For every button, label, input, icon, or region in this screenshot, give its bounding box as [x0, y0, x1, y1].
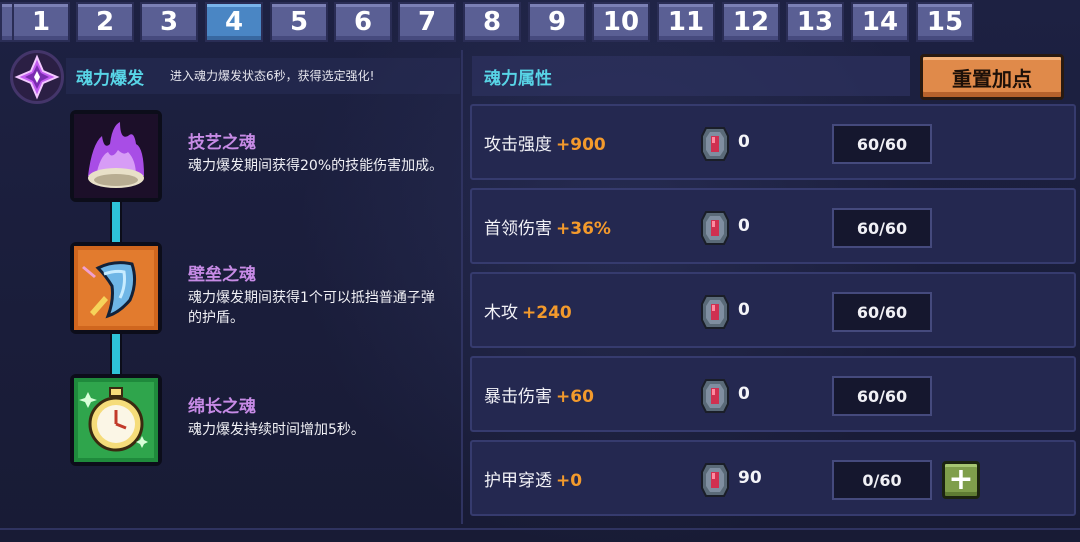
attribute-bonus: +240: [522, 303, 572, 323]
attribute-row-crit-damage: 暴击伤害 +60 0 60/60: [470, 356, 1076, 432]
tab-6[interactable]: 6: [334, 2, 392, 42]
soul-gem-icon: [701, 211, 729, 245]
tab-7[interactable]: 7: [398, 2, 456, 42]
tab-9[interactable]: 9: [528, 2, 586, 42]
gem-count: 0: [738, 300, 750, 320]
soul-burst-header: 魂力爆发 进入魂力爆发状态6秒，获得选定强化!: [10, 50, 460, 104]
panel-divider: [461, 50, 463, 524]
attribute-progress: 60/60: [832, 376, 932, 416]
attribute-progress: 60/60: [832, 208, 932, 248]
attribute-row-armor-penetration: 护甲穿透 +0 90 0/60 +: [470, 440, 1076, 516]
attribute-bonus: +36%: [556, 219, 611, 239]
gem-count: 0: [738, 216, 750, 236]
bottom-divider: [0, 528, 1080, 530]
tab-14[interactable]: 14: [851, 2, 909, 42]
tab-12[interactable]: 12: [722, 2, 780, 42]
attribute-row-boss-damage: 首领伤害 +36% 0 60/60: [470, 188, 1076, 264]
add-point-button[interactable]: +: [942, 461, 980, 499]
tab-2[interactable]: 2: [76, 2, 134, 42]
attribute-progress: 0/60: [832, 460, 932, 500]
skill-1-name: 技艺之魂: [188, 133, 256, 153]
attribute-row-wood-attack: 木攻 +240 0 60/60: [470, 272, 1076, 348]
tab-10[interactable]: 10: [592, 2, 650, 42]
tab-1[interactable]: 1: [12, 2, 70, 42]
skill-connector-2: [110, 334, 122, 374]
attribute-label: 首领伤害 +36%: [484, 219, 611, 239]
tab-13[interactable]: 13: [786, 2, 844, 42]
skill-connector-1: [110, 202, 122, 242]
soul-crystal-icon: [10, 50, 64, 104]
tab-8[interactable]: 8: [463, 2, 521, 42]
attribute-label: 攻击强度 +900: [484, 135, 606, 155]
attribute-label: 护甲穿透 +0: [484, 471, 583, 491]
attribute-progress: 60/60: [832, 124, 932, 164]
soul-burst-description: 进入魂力爆发状态6秒，获得选定强化!: [170, 69, 375, 83]
attribute-bonus: +900: [556, 135, 606, 155]
gem-count: 0: [738, 132, 750, 152]
soul-gem-icon: [701, 463, 729, 497]
attributes-title: 魂力属性: [484, 69, 552, 89]
soul-gem-icon: [701, 379, 729, 413]
attribute-label: 木攻 +240: [484, 303, 572, 323]
tab-5[interactable]: 5: [270, 2, 328, 42]
attribute-bonus: +0: [556, 471, 583, 491]
skill-1-desc: 魂力爆发期间获得20%的技能伤害加成。: [188, 158, 444, 174]
tab-11[interactable]: 11: [657, 2, 715, 42]
tab-15[interactable]: 15: [916, 2, 974, 42]
pocket-watch-icon[interactable]: [70, 374, 162, 466]
gem-count: 0: [738, 384, 750, 404]
attribute-bonus: +60: [556, 387, 594, 407]
soul-gem-icon: [701, 127, 729, 161]
skill-2-name: 壁垒之魂: [188, 265, 256, 285]
attribute-progress: 60/60: [832, 292, 932, 332]
attribute-label: 暴击伤害 +60: [484, 387, 594, 407]
page-tab-bar: 1 2 3 4 5 6 7 8 9 10 11 12 13 14 15: [0, 0, 1080, 44]
skill-2-desc: 魂力爆发期间获得1个可以抵挡普通子弹的护盾。: [188, 290, 435, 326]
tab-3[interactable]: 3: [140, 2, 198, 42]
soul-burst-title: 魂力爆发: [76, 69, 144, 89]
skill-3-name: 绵长之魂: [188, 397, 256, 417]
tab-4[interactable]: 4: [205, 2, 263, 42]
shield-icon[interactable]: [70, 242, 162, 334]
gem-count: 90: [738, 468, 762, 488]
purple-flame-icon[interactable]: [70, 110, 162, 202]
skill-3-desc: 魂力爆发持续时间增加5秒。: [188, 422, 365, 438]
soul-gem-icon: [701, 295, 729, 329]
reset-points-button[interactable]: 重置加点: [920, 54, 1064, 100]
attribute-row-attack-power: 攻击强度 +900 0 60/60: [470, 104, 1076, 180]
